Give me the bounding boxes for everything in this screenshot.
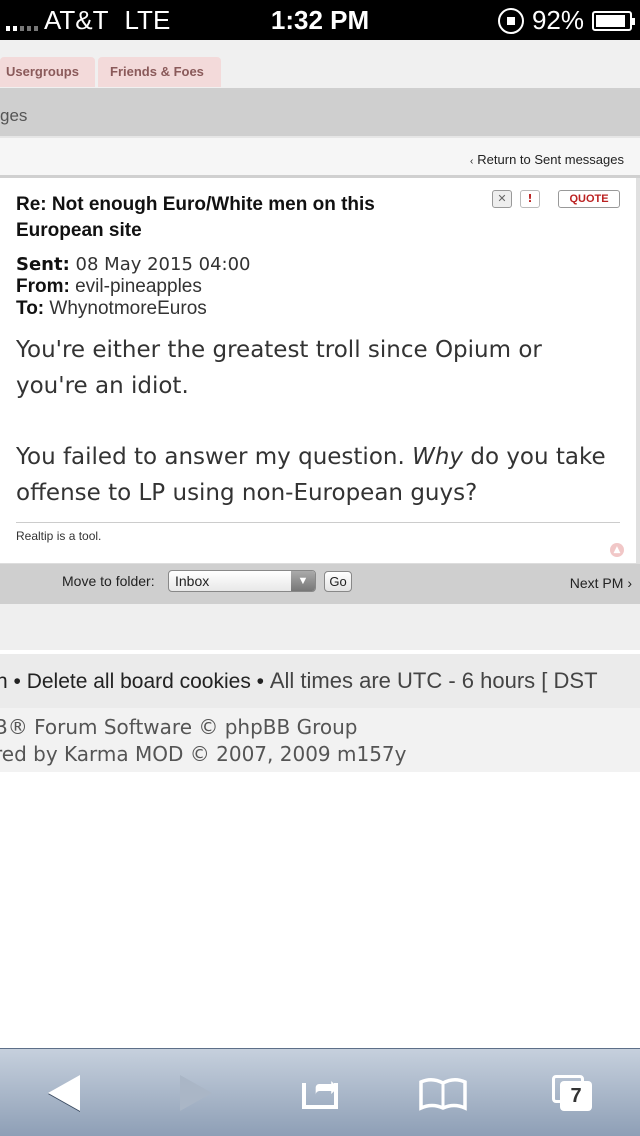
message-meta: Sent: 08 May 2015 04:00 From: evil-pinea… xyxy=(16,254,620,320)
browser-toolbar: ➦ 7 xyxy=(0,1048,640,1136)
delete-cookies-link[interactable]: Delete all board cookies xyxy=(27,670,251,693)
forward-arrow-icon[interactable] xyxy=(176,1069,226,1117)
tab-count: 7 xyxy=(560,1081,592,1111)
post-actions: ✕ ! QUOTE xyxy=(492,190,620,208)
spacer xyxy=(0,604,640,650)
from-label: From: xyxy=(16,276,70,297)
page: Usergroups Friends & Foes ges ‹ Return to… xyxy=(0,40,640,772)
copyright-line-1: B® Forum Software © phpBB Group xyxy=(0,715,358,739)
folder-selected-value: Inbox xyxy=(175,573,210,589)
return-bar: ‹ Return to Sent messages xyxy=(0,136,640,178)
move-folder-label: Move to folder: xyxy=(62,573,155,589)
sent-value: 08 May 2015 04:00 xyxy=(75,254,251,275)
footer-prefix: n • xyxy=(0,670,21,693)
battery-icon xyxy=(592,10,635,31)
exclamation-icon: ! xyxy=(527,192,533,205)
message-post: Re: Not enough Euro/White men on this Eu… xyxy=(0,178,640,564)
x-icon: ✕ xyxy=(497,192,507,205)
copyright: B® Forum Software © phpBB Group red by K… xyxy=(0,708,640,772)
body-paragraph-2: You failed to answer my question. Why do… xyxy=(16,444,606,506)
tab-friends-foes[interactable]: Friends & Foes xyxy=(98,57,221,87)
rotation-lock-icon xyxy=(497,7,524,34)
to-label: To: xyxy=(16,298,45,319)
go-button[interactable]: Go xyxy=(324,571,352,592)
tabs-row: Usergroups Friends & Foes xyxy=(0,40,640,88)
chevron-right-icon: › xyxy=(627,575,632,591)
tabs-icon[interactable]: 7 xyxy=(548,1069,598,1117)
timezone-info: All times are UTC - 6 hours [ DST xyxy=(269,668,598,693)
status-bar: AT&T LTE 1:32 PM 92% xyxy=(0,0,640,40)
back-arrow-icon[interactable] xyxy=(46,1069,96,1117)
section-header: ges xyxy=(0,88,640,136)
share-icon[interactable]: ➦ xyxy=(298,1069,348,1117)
from-value[interactable]: evil-pineapples xyxy=(75,276,202,297)
folder-bar: Move to folder: Inbox ▼ Go Next PM › xyxy=(0,564,640,604)
folder-select[interactable]: Inbox ▼ xyxy=(168,570,316,592)
battery-percent: 92% xyxy=(531,5,584,35)
dropdown-arrow-icon: ▼ xyxy=(291,571,315,591)
body-paragraph-1: You're either the greatest troll since O… xyxy=(16,337,542,399)
message-title: Re: Not enough Euro/White men on this Eu… xyxy=(16,194,375,241)
message-body: You're either the greatest troll since O… xyxy=(16,332,620,511)
bookmarks-icon[interactable] xyxy=(418,1069,468,1117)
return-link-label: Return to Sent messages xyxy=(477,152,624,167)
quote-button[interactable]: QUOTE xyxy=(558,190,620,208)
report-button[interactable]: ! xyxy=(520,190,540,208)
footer-links: n • Delete all board cookies • All times… xyxy=(0,654,640,708)
status-right: 92% xyxy=(497,5,635,36)
next-pm-link[interactable]: Next PM › xyxy=(570,575,632,591)
tab-usergroups[interactable]: Usergroups xyxy=(0,57,95,87)
signature: Realtip is a tool. xyxy=(16,522,620,543)
sent-label: Sent: xyxy=(16,254,70,275)
chevron-left-icon: ‹ xyxy=(469,156,474,167)
delete-button[interactable]: ✕ xyxy=(492,190,512,208)
return-to-sent-link[interactable]: ‹ Return to Sent messages xyxy=(470,152,624,167)
copyright-line-2: red by Karma MOD © 2007, 2009 m157y xyxy=(0,742,407,766)
back-to-top-icon[interactable]: ▲ xyxy=(610,543,624,557)
to-value[interactable]: WhynotmoreEuros xyxy=(49,298,206,319)
